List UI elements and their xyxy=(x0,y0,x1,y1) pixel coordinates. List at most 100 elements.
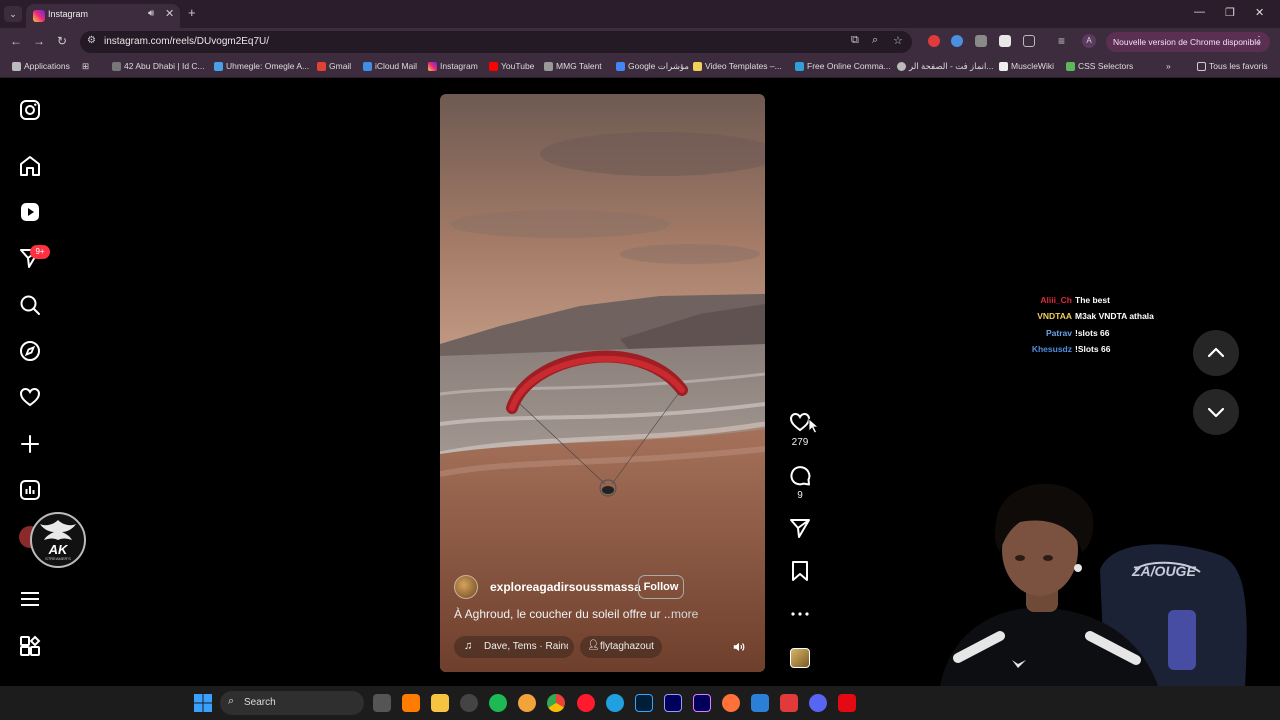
follow-button[interactable]: Follow xyxy=(638,575,684,599)
explore-icon[interactable] xyxy=(18,339,42,363)
window-close-icon[interactable]: ✕ xyxy=(1255,6,1264,19)
bookmark-video-templates[interactable]: Video Templates –... xyxy=(693,61,782,71)
chat-username: VNDTAA xyxy=(1037,311,1072,321)
reload-icon[interactable]: ↻ xyxy=(57,34,67,48)
notifications-heart-icon[interactable] xyxy=(18,385,42,409)
netflix-icon[interactable] xyxy=(838,694,856,712)
cast-icon[interactable]: ⧉ xyxy=(851,34,859,47)
firefox-icon[interactable] xyxy=(722,694,740,712)
settings-app-icon[interactable] xyxy=(460,694,478,712)
bookmark-instagram[interactable]: Instagram xyxy=(428,61,478,71)
bookmark-42[interactable]: 42 Abu Dhabi | Id C... xyxy=(112,61,205,71)
chat-message: Khesusdz !Slots 66 xyxy=(1000,344,1180,354)
chrome-update-button[interactable]: Nouvelle version de Chrome disponible ⋮ xyxy=(1106,32,1270,52)
profile-avatar[interactable]: A xyxy=(1082,34,1096,48)
collaborator-pill[interactable]: 👤︎ flytaghazout xyxy=(580,636,662,658)
chat-text: !Slots 66 xyxy=(1075,344,1111,354)
bookmark-musclewiki[interactable]: MuscleWiki xyxy=(999,61,1054,71)
chevron-down-icon xyxy=(1207,407,1225,418)
chair-brand-text: ZA/OUGE xyxy=(1131,563,1196,579)
app-window-icon[interactable] xyxy=(751,694,769,712)
reel-audio-pill[interactable]: ♫ Dave, Tems · Raindance xyxy=(454,636,574,658)
next-reel-button[interactable] xyxy=(1193,389,1239,435)
instagram-logo-icon[interactable] xyxy=(18,98,42,122)
save-bookmark-icon[interactable] xyxy=(788,559,812,583)
instagram-sidebar: 9+ xyxy=(0,80,62,688)
extension-blue-icon[interactable] xyxy=(951,35,963,47)
red-app-icon[interactable] xyxy=(780,694,798,712)
bookmarks-overflow-icon[interactable]: » xyxy=(1166,61,1171,71)
extension-s-icon[interactable] xyxy=(999,35,1011,47)
opera-icon[interactable] xyxy=(577,694,595,712)
bookmark-commands[interactable]: Free Online Comma... xyxy=(795,61,891,71)
all-bookmarks[interactable]: Tous les favoris xyxy=(1197,61,1268,71)
back-icon[interactable]: ← xyxy=(10,34,22,48)
chrome-taskbar-icon[interactable] xyxy=(547,694,565,712)
also-from-meta-icon[interactable] xyxy=(18,634,42,658)
tab-close-icon[interactable]: ✕ xyxy=(165,7,174,20)
author-avatar[interactable] xyxy=(454,575,478,599)
bookmark-icloud[interactable]: iCloud Mail xyxy=(363,61,417,71)
fl-studio-icon[interactable] xyxy=(518,694,536,712)
bookmark-uhmegle[interactable]: Uhmegle: Omegle A... xyxy=(214,61,309,71)
home-icon[interactable] xyxy=(18,154,42,178)
new-tab-button[interactable]: + xyxy=(188,5,196,20)
task-view-icon[interactable] xyxy=(373,694,391,712)
windows-start-icon[interactable] xyxy=(194,694,212,712)
bookmark-applications[interactable]: Applications xyxy=(12,61,70,71)
bookmark-youtube[interactable]: YouTube xyxy=(489,61,534,71)
create-icon[interactable] xyxy=(18,432,42,456)
reels-icon[interactable] xyxy=(18,200,42,224)
caption-more-link[interactable]: more xyxy=(671,607,698,621)
extensions-puzzle-icon[interactable] xyxy=(1023,35,1035,47)
dashboard-icon[interactable] xyxy=(18,478,42,502)
bookmarks-bar: Applications ⊞ 42 Abu Dhabi | Id C... Uh… xyxy=(0,56,1280,78)
windows-taskbar: ⌕ Search xyxy=(0,686,1280,720)
edge-icon[interactable] xyxy=(606,694,624,712)
extension-red-icon[interactable] xyxy=(928,35,940,47)
stream-overlay-logo: AK STREAMER'S xyxy=(30,512,86,568)
bookmark-gmail[interactable]: Gmail xyxy=(317,61,351,71)
discord-icon[interactable] xyxy=(809,694,827,712)
photoshop-icon[interactable] xyxy=(635,694,653,712)
apps-grid-icon[interactable]: ⊞ xyxy=(82,61,89,72)
illustrator-icon[interactable] xyxy=(402,694,420,712)
file-explorer-icon[interactable] xyxy=(431,694,449,712)
reel-video[interactable]: exploreagadirsoussmassa Follow À Aghroud… xyxy=(440,94,765,672)
forward-icon[interactable]: → xyxy=(33,34,45,48)
share-icon[interactable] xyxy=(788,516,812,540)
browser-toolbar: ← → ↻ ⚙ instagram.com/reels/DUvogm2Eq7U/… xyxy=(0,28,1280,56)
chrome-menu-icon[interactable]: ⋮ xyxy=(1254,35,1264,46)
taskbar-search-label: Search xyxy=(244,697,276,708)
taskbar-search-box[interactable]: ⌕ Search xyxy=(220,691,364,715)
bookmark-css-selectors[interactable]: CSS Selectors xyxy=(1066,61,1133,71)
chat-text: The best xyxy=(1075,295,1110,305)
volume-icon[interactable] xyxy=(732,640,746,654)
url-text[interactable]: instagram.com/reels/DUvogm2Eq7U/ xyxy=(104,36,269,47)
browser-tab-instagram[interactable]: Instagram 🔊︎ ✕ xyxy=(26,4,180,28)
premiere-icon[interactable] xyxy=(693,694,711,712)
bookmark-mmg[interactable]: MMG Talent xyxy=(544,61,602,71)
address-bar[interactable]: ⚙ instagram.com/reels/DUvogm2Eq7U/ ⧉ ⌕ ☆ xyxy=(80,31,912,53)
site-info-icon[interactable]: ⚙ xyxy=(87,35,96,46)
previous-reel-button[interactable] xyxy=(1193,330,1239,376)
bookmark-arabic[interactable]: انماز فت - الصفحة الر... xyxy=(897,61,993,72)
more-menu-icon[interactable] xyxy=(18,587,42,611)
zoom-icon[interactable]: ⌕ xyxy=(872,34,878,47)
extension-grey-icon[interactable] xyxy=(975,35,987,47)
author-username[interactable]: exploreagadirsoussmassa xyxy=(490,580,641,594)
minimize-icon[interactable]: — xyxy=(1194,6,1205,18)
spotify-icon[interactable] xyxy=(489,694,507,712)
update-label: Nouvelle version de Chrome disponible xyxy=(1113,37,1261,47)
tab-search-button[interactable]: ⌄ xyxy=(4,6,22,22)
restore-icon[interactable]: ❐ xyxy=(1225,6,1235,19)
after-effects-icon[interactable] xyxy=(664,694,682,712)
bookmark-google-trends[interactable]: Google مؤشرات xyxy=(616,61,689,72)
tab-list-icon[interactable]: ≡ xyxy=(1058,34,1065,48)
search-icon[interactable] xyxy=(18,293,42,317)
comment-icon[interactable] xyxy=(788,463,812,487)
original-audio-thumbnail[interactable] xyxy=(790,648,810,668)
more-options-icon[interactable] xyxy=(788,602,812,626)
bookmark-star-icon[interactable]: ☆ xyxy=(893,34,903,47)
tab-audio-icon[interactable]: 🔊︎ xyxy=(148,8,154,19)
